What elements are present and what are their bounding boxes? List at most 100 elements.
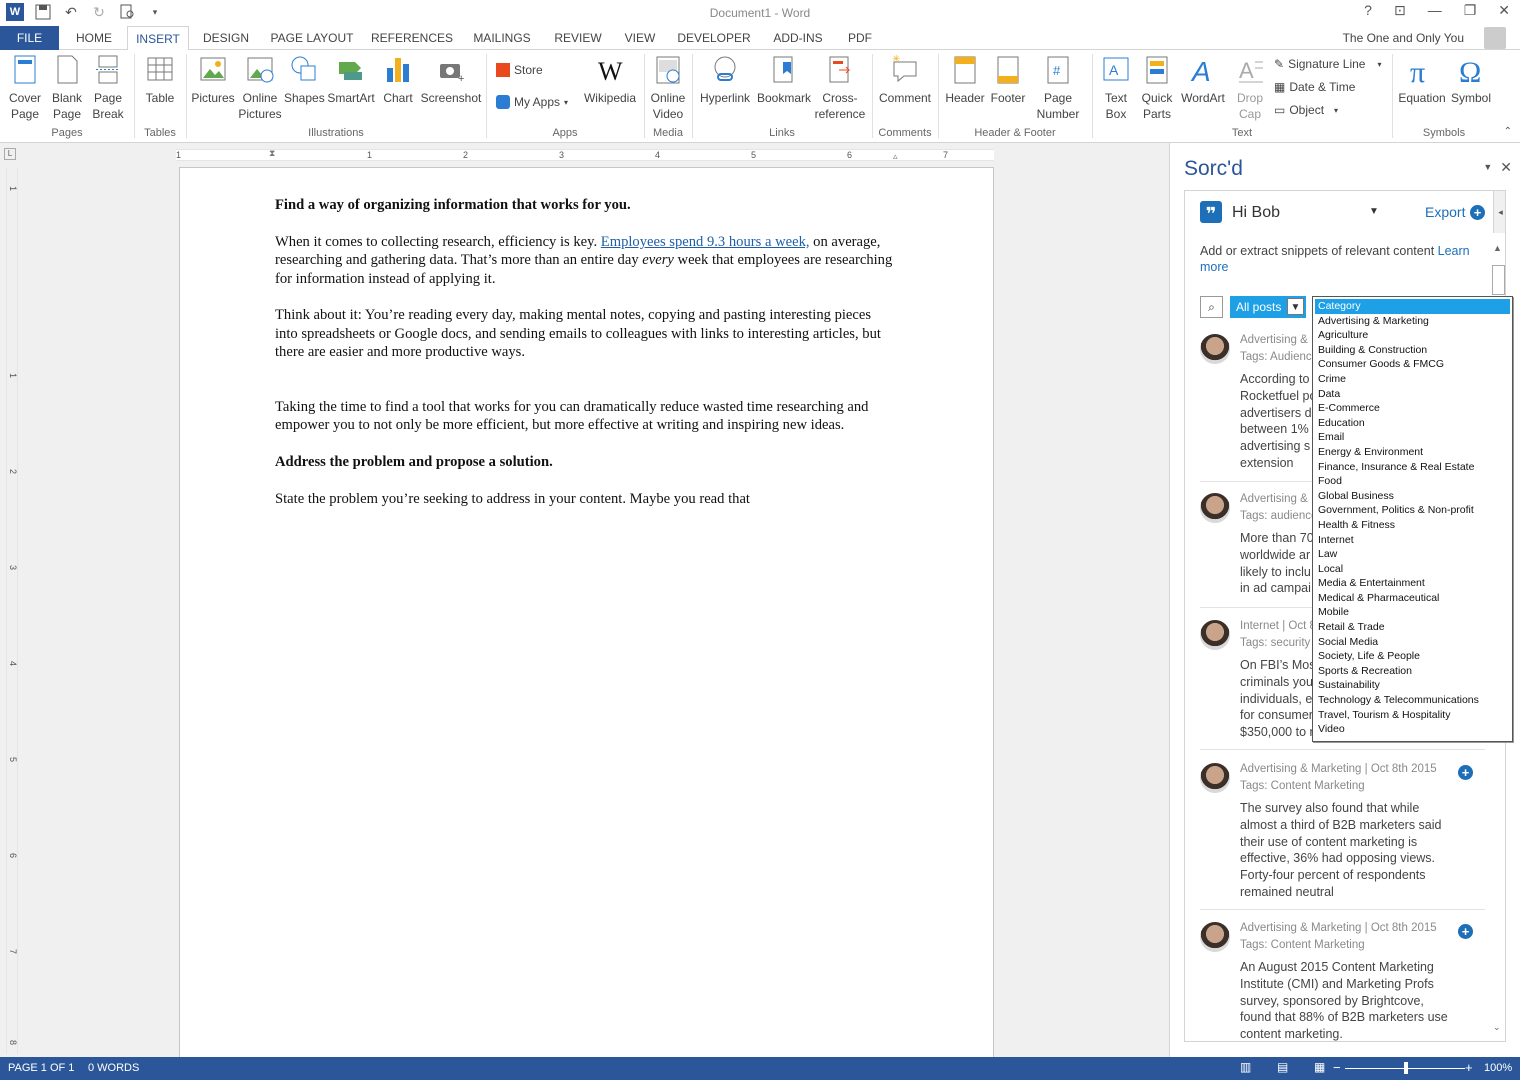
my-apps-button[interactable]: My Apps ▾ xyxy=(496,95,568,109)
category-option[interactable]: E-Commerce xyxy=(1313,401,1512,416)
category-option[interactable]: Agriculture xyxy=(1313,328,1512,343)
zoom-out-icon[interactable]: − xyxy=(1333,1060,1341,1075)
vertical-ruler[interactable]: 1 1 2 3 4 5 6 7 8 xyxy=(6,168,18,1054)
blank-page-button[interactable]: Blank Page xyxy=(48,54,86,122)
user-menu-chevron-icon[interactable]: ▼ xyxy=(1369,206,1379,217)
category-option[interactable]: Government, Politics & Non-profit xyxy=(1313,503,1512,518)
category-option[interactable]: Sports & Recreation xyxy=(1313,664,1512,679)
category-option[interactable]: Food xyxy=(1313,474,1512,489)
category-option[interactable]: Local xyxy=(1313,562,1512,577)
tab-insert[interactable]: INSERT xyxy=(127,26,189,51)
document-body[interactable]: Find a way of organizing information tha… xyxy=(275,196,895,526)
bookmark-button[interactable]: Bookmark xyxy=(756,54,812,106)
category-option[interactable]: Mobile xyxy=(1313,605,1512,620)
wikipedia-button[interactable]: W Wikipedia xyxy=(582,54,638,106)
footer-button[interactable]: Footer xyxy=(988,54,1028,106)
comment-button[interactable]: ✳ Comment xyxy=(876,54,934,106)
category-option[interactable]: Retail & Trade xyxy=(1313,620,1512,635)
minimize-icon[interactable]: — xyxy=(1428,2,1442,19)
category-option[interactable]: Crime xyxy=(1313,372,1512,387)
wordart-button[interactable]: A WordArt xyxy=(1178,54,1228,106)
category-option[interactable]: Consumer Goods & FMCG xyxy=(1313,357,1512,372)
screenshot-button[interactable]: + Screenshot xyxy=(420,54,482,106)
category-option-selected[interactable]: Category xyxy=(1315,299,1510,314)
zoom-level[interactable]: 100% xyxy=(1484,1062,1512,1074)
page-count[interactable]: PAGE 1 OF 1 xyxy=(8,1062,74,1074)
chevron-down-icon[interactable]: ▼ xyxy=(1287,298,1304,315)
horizontal-ruler[interactable]: 1 1 2 3 4 5 6 7 ⧗ ▵ xyxy=(176,148,994,162)
user-greeting[interactable]: Hi Bob xyxy=(1232,204,1280,222)
close-icon[interactable]: ✕ xyxy=(1498,2,1510,19)
restore-icon[interactable]: ❐ xyxy=(1464,2,1477,19)
category-option[interactable]: Energy & Environment xyxy=(1313,445,1512,460)
symbol-button[interactable]: Ω Symbol xyxy=(1448,54,1494,106)
category-option[interactable]: Internet xyxy=(1313,533,1512,548)
tab-pdf[interactable]: PDF xyxy=(840,26,880,50)
date-time-button[interactable]: ▦ Date & Time xyxy=(1274,80,1355,94)
category-option[interactable]: Finance, Insurance & Real Estate xyxy=(1313,460,1512,475)
chart-button[interactable]: Chart xyxy=(380,54,416,106)
smartart-button[interactable]: SmartArt xyxy=(326,54,376,106)
shapes-button[interactable]: Shapes xyxy=(284,54,325,106)
object-button[interactable]: ▭ Object ▾ xyxy=(1274,103,1338,117)
category-option[interactable]: Education xyxy=(1313,416,1512,431)
page-break-button[interactable]: Page Break xyxy=(88,54,128,122)
web-layout-icon[interactable]: ▦ xyxy=(1314,1060,1325,1074)
equation-button[interactable]: π Equation xyxy=(1396,54,1448,106)
category-option[interactable]: Advertising & Marketing xyxy=(1313,314,1512,329)
search-icon[interactable]: ⌕ xyxy=(1200,296,1223,318)
pictures-button[interactable]: Pictures xyxy=(190,54,236,106)
tab-file[interactable]: FILE xyxy=(0,26,59,50)
category-option[interactable]: Building & Construction xyxy=(1313,343,1512,358)
posts-filter-select[interactable]: All posts ▼ xyxy=(1230,296,1306,318)
category-option[interactable]: Social Media xyxy=(1313,635,1512,650)
ribbon-display-icon[interactable]: ⊡ xyxy=(1394,2,1406,19)
export-plus-icon[interactable]: + xyxy=(1470,205,1485,220)
category-option[interactable]: Medical & Pharmaceutical xyxy=(1313,591,1512,606)
cross-reference-button[interactable]: Cross- reference xyxy=(814,54,866,122)
add-snippet-icon[interactable]: + xyxy=(1458,765,1473,780)
category-option[interactable]: Travel, Tourism & Hospitality xyxy=(1313,708,1512,723)
add-snippet-icon[interactable]: + xyxy=(1458,924,1473,939)
pane-options-icon[interactable]: ▼ xyxy=(1483,162,1492,176)
header-button[interactable]: Header xyxy=(942,54,988,106)
category-option[interactable]: Health & Fitness xyxy=(1313,518,1512,533)
online-pictures-button[interactable]: Online Pictures xyxy=(238,54,282,122)
export-button[interactable]: Export xyxy=(1425,204,1465,220)
category-option[interactable]: Email xyxy=(1313,430,1512,445)
category-option[interactable]: Video xyxy=(1313,722,1512,737)
pane-close-icon[interactable]: ✕ xyxy=(1500,159,1512,176)
table-button[interactable]: Table xyxy=(140,54,180,106)
online-video-button[interactable]: Online Video xyxy=(648,54,688,122)
tab-review[interactable]: REVIEW xyxy=(548,26,608,50)
tab-selector[interactable]: L xyxy=(4,148,16,160)
category-dropdown-list[interactable]: Category Advertising & Marketing Agricult… xyxy=(1312,296,1513,742)
employees-spend-link[interactable]: Employees spend 9.3 hours a week, xyxy=(601,234,810,250)
tab-references[interactable]: REFERENCES xyxy=(368,26,456,50)
zoom-in-icon[interactable]: + xyxy=(1465,1060,1473,1075)
category-option[interactable]: Data xyxy=(1313,387,1512,402)
category-option[interactable]: Law xyxy=(1313,547,1512,562)
drop-cap-button[interactable]: A Drop Cap xyxy=(1228,54,1272,122)
tab-view[interactable]: VIEW xyxy=(617,26,663,50)
category-option[interactable]: Global Business xyxy=(1313,489,1512,504)
zoom-slider-thumb[interactable] xyxy=(1404,1062,1408,1074)
store-button[interactable]: Store xyxy=(496,63,543,77)
cover-page-button[interactable]: Cover Page xyxy=(4,54,46,122)
category-option[interactable]: Society, Life & People xyxy=(1313,649,1512,664)
tab-design[interactable]: DESIGN xyxy=(196,26,256,50)
scroll-up-icon[interactable]: ▲ xyxy=(1493,243,1502,253)
account-name[interactable]: The One and Only You xyxy=(1343,31,1464,45)
scrollbar-thumb[interactable] xyxy=(1492,265,1505,295)
tab-mailings[interactable]: MAILINGS xyxy=(465,26,539,50)
document-page[interactable]: Find a way of organizing information tha… xyxy=(179,167,994,1067)
indent-marker-right[interactable]: ▵ xyxy=(893,151,898,162)
category-option[interactable]: Technology & Telecommunications xyxy=(1313,693,1512,708)
category-option[interactable]: Sustainability xyxy=(1313,678,1512,693)
print-layout-icon[interactable]: ▤ xyxy=(1277,1060,1288,1074)
indent-marker-left[interactable]: ⧗ xyxy=(269,148,275,159)
tab-page-layout[interactable]: PAGE LAYOUT xyxy=(264,26,360,50)
tab-home[interactable]: HOME xyxy=(66,26,122,50)
page-number-button[interactable]: # Page Number xyxy=(1030,54,1086,122)
collapse-panel-button[interactable]: ◂ xyxy=(1493,191,1505,233)
